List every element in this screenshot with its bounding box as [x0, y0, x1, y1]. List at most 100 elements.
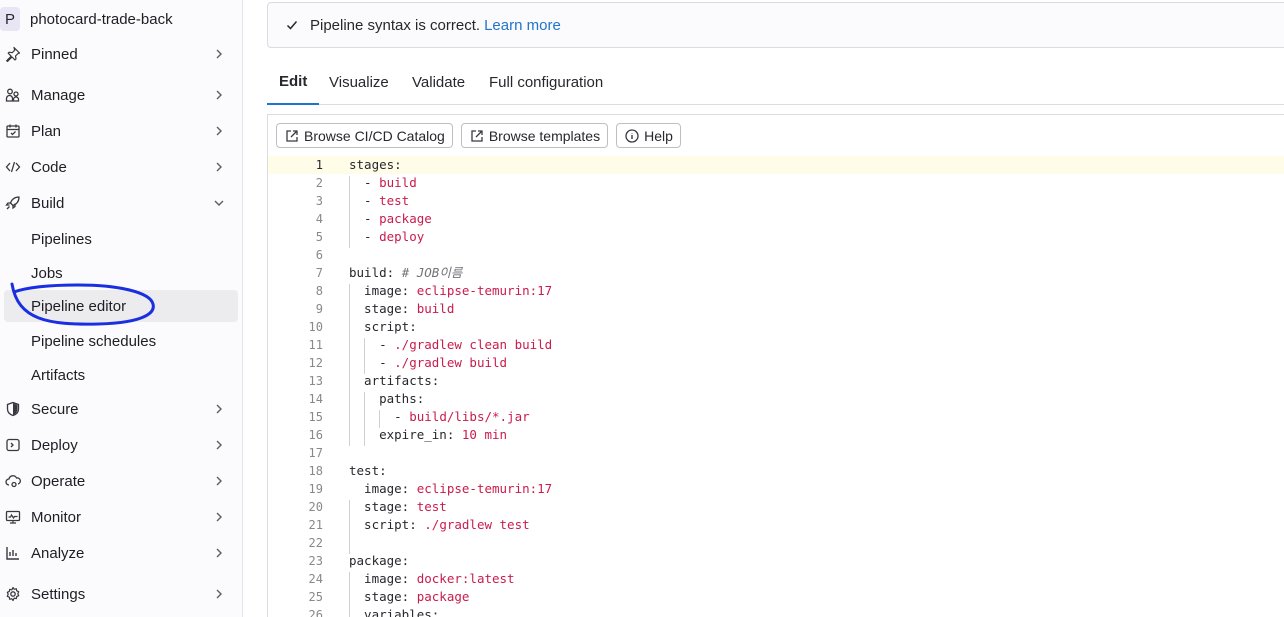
external-link-icon [286, 129, 298, 142]
chevron-right-icon [216, 476, 222, 486]
chevron-right-icon [216, 49, 222, 59]
browse-catalog-button[interactable]: Browse CI/CD Catalog [276, 123, 453, 148]
code-line[interactable]: 1 stages: [268, 156, 1284, 174]
line-number: 3 [315, 194, 323, 208]
line-number: 6 [315, 248, 323, 262]
line-number: 19 [308, 482, 323, 496]
users-icon [2, 85, 24, 105]
line-number: 8 [315, 284, 323, 298]
code-line[interactable]: 26 variables: [268, 606, 1284, 617]
indent-guide [364, 338, 365, 374]
sidebar-item-code[interactable]: Code [0, 151, 240, 183]
code-line[interactable]: 22 [268, 534, 1284, 552]
button-label: Browse templates [488, 127, 601, 144]
code-line[interactable]: 17 [268, 444, 1284, 462]
tab-validate[interactable]: Validate [400, 60, 477, 105]
tab-visualize[interactable]: Visualize [317, 60, 401, 105]
pin-icon [2, 44, 24, 64]
sidebar-item-pinned[interactable]: Pinned [0, 38, 240, 70]
check-icon [286, 21, 298, 30]
chevron-right-icon [216, 404, 222, 414]
code-line[interactable]: 15 - build/libs/*.jar [268, 408, 1284, 426]
sidebar-item-build[interactable]: Build [0, 187, 240, 219]
code-text: - ./gradlew clean build [349, 337, 553, 352]
code-line[interactable]: 19 image: eclipse-temurin:17 [268, 480, 1284, 498]
sidebar-item-label: Code [31, 158, 67, 176]
tab-edit[interactable]: Edit [267, 60, 320, 105]
code-line[interactable]: 9 stage: build [268, 300, 1284, 318]
sidebar-item-analyze[interactable]: Analyze [0, 537, 240, 569]
indent-guide [349, 176, 350, 248]
code-line[interactable]: 18 test: [268, 462, 1284, 480]
sidebar-item-label: Settings [31, 585, 86, 603]
code-line[interactable]: 2 - build [268, 174, 1284, 192]
editor-tabs: Edit Visualize Validate Full configurati… [267, 60, 1284, 105]
code-line[interactable]: 10 script: [268, 318, 1284, 336]
monitor-icon [2, 507, 24, 527]
code-icon [2, 157, 24, 177]
sidebar-item-deploy[interactable]: Deploy [0, 429, 240, 461]
tab-full-configuration[interactable]: Full configuration [477, 60, 615, 105]
code-text: - package [349, 211, 432, 226]
line-number: 21 [308, 518, 323, 532]
code-line[interactable]: 24 image: docker:latest [268, 570, 1284, 588]
sidebar-item-label: Deploy [31, 436, 78, 454]
sidebar-item-monitor[interactable]: Monitor [0, 501, 240, 533]
chevron-right-icon [216, 126, 222, 136]
code-text: script: ./gradlew test [349, 517, 530, 532]
sidebar-item-label: Secure [31, 400, 79, 418]
sidebar-item-label: Analyze [31, 544, 85, 562]
code-text: paths: [349, 391, 425, 406]
rocket-icon [2, 193, 24, 213]
indent-guide [364, 392, 365, 446]
code-text: artifacts: [349, 373, 440, 388]
line-number: 15 [308, 410, 323, 424]
code-text: image: eclipse-temurin:17 [349, 481, 553, 496]
sidebar-item-settings[interactable]: Settings [0, 578, 240, 610]
line-number: 22 [308, 536, 323, 550]
code-line[interactable]: 14 paths: [268, 390, 1284, 408]
external-link-icon [471, 129, 483, 142]
code-text: - build [349, 175, 417, 190]
pipeline-editor: Browse CI/CD Catalog Browse templates He… [267, 114, 1284, 617]
code-area[interactable]: 26 variables: 25 stage: package 24 image: … [268, 156, 1284, 617]
chart-icon [2, 543, 24, 563]
editor-toolbar: Browse CI/CD Catalog Browse templates He… [268, 115, 1284, 157]
browse-templates-button[interactable]: Browse templates [460, 123, 609, 148]
code-line[interactable]: 23 package: [268, 552, 1284, 570]
code-line[interactable]: 20 stage: test [268, 498, 1284, 516]
sidebar-subitem-pipeline-schedules[interactable]: Pipeline schedules [31, 325, 156, 357]
indent-guide [349, 500, 350, 554]
sidebar-item-manage[interactable]: Manage [0, 79, 240, 111]
code-line[interactable]: 8 image: eclipse-temurin:17 [268, 282, 1284, 300]
code-line[interactable]: 6 [268, 246, 1284, 264]
sidebar-subitem-pipelines[interactable]: Pipelines [31, 223, 92, 255]
learn-more-link[interactable]: Learn more [484, 17, 561, 34]
sidebar-item-operate[interactable]: Operate [0, 465, 240, 497]
code-line[interactable]: 21 script: ./gradlew test [268, 516, 1284, 534]
code-line[interactable]: 7 build: # JOB이름 [268, 264, 1284, 282]
code-line[interactable]: 16 expire_in: 10 min [268, 426, 1284, 444]
sidebar-item-label: Monitor [31, 508, 82, 526]
deployments-icon [2, 435, 24, 455]
line-number: 5 [315, 230, 323, 244]
code-line[interactable]: 13 artifacts: [268, 372, 1284, 390]
code-text: package: [349, 553, 410, 568]
project-header[interactable]: P photocard-trade-back [0, 6, 240, 32]
code-line[interactable]: 12 - ./gradlew build [268, 354, 1284, 372]
code-line[interactable]: 5 - deploy [268, 228, 1284, 246]
sidebar-subitem-artifacts[interactable]: Artifacts [31, 359, 85, 391]
line-number: 4 [315, 212, 323, 226]
code-line[interactable]: 11 - ./gradlew clean build [268, 336, 1284, 354]
sidebar-item-plan[interactable]: Plan [0, 115, 240, 147]
code-line[interactable]: 25 stage: package [268, 588, 1284, 606]
code-text: image: eclipse-temurin:17 [349, 283, 553, 298]
line-number: 25 [308, 590, 323, 604]
code-line[interactable]: 4 - package [268, 210, 1284, 228]
code-text: - test [349, 193, 410, 208]
code-line[interactable]: 3 - test [268, 192, 1284, 210]
sidebar-item-label: Operate [31, 472, 86, 490]
sidebar-item-secure[interactable]: Secure [0, 393, 240, 425]
help-button[interactable]: Help [616, 123, 681, 148]
sidebar-item-label: Manage [31, 86, 86, 104]
